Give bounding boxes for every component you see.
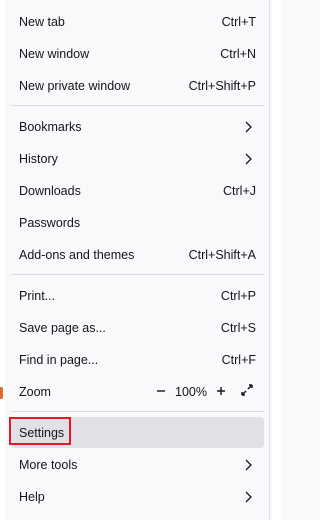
menu-item-label: Print... — [19, 288, 56, 303]
menu-item-shortcut: Ctrl+Shift+P — [188, 78, 256, 93]
menu-separator — [11, 274, 264, 275]
window-edge-right — [272, 0, 282, 520]
menu-item-help[interactable]: Help — [11, 481, 264, 512]
menu-item-new-tab[interactable]: New tab Ctrl+T — [11, 6, 264, 37]
chevron-right-icon — [240, 151, 256, 167]
menu-item-shortcut: Ctrl+P — [220, 288, 256, 303]
background-accent-marker — [0, 387, 3, 399]
menu-item-shortcut: Ctrl+S — [220, 320, 256, 335]
menu-item-label: Settings — [19, 425, 65, 440]
menu-item-addons-and-themes[interactable]: Add-ons and themes Ctrl+Shift+A — [11, 239, 264, 270]
zoom-controls: 100% — [152, 383, 256, 401]
minus-icon — [156, 385, 166, 399]
menu-item-label: Passwords — [19, 215, 81, 230]
menu-separator — [11, 105, 264, 106]
menu-item-history[interactable]: History — [11, 143, 264, 174]
menu-item-label: New window — [19, 46, 90, 61]
plus-icon — [216, 385, 226, 399]
menu-separator — [11, 411, 264, 412]
fullscreen-icon — [241, 384, 253, 399]
menu-item-label: Help — [19, 489, 45, 504]
menu-item-passwords[interactable]: Passwords — [11, 207, 264, 238]
menu-item-label: History — [19, 151, 58, 166]
menu-item-downloads[interactable]: Downloads Ctrl+J — [11, 175, 264, 206]
menu-item-more-tools[interactable]: More tools — [11, 449, 264, 480]
menu-item-label: Downloads — [19, 183, 81, 198]
menu-item-label: Find in page... — [19, 352, 99, 367]
app-menu-panel: New tab Ctrl+T New window Ctrl+N New pri… — [5, 0, 270, 520]
menu-item-bookmarks[interactable]: Bookmarks — [11, 111, 264, 142]
menu-item-save-page-as[interactable]: Save page as... Ctrl+S — [11, 312, 264, 343]
menu-item-label: More tools — [19, 457, 78, 472]
zoom-out-button[interactable] — [152, 383, 170, 401]
menu-item-zoom: Zoom 100% — [11, 376, 264, 407]
fullscreen-button[interactable] — [238, 383, 256, 401]
chevron-right-icon — [240, 489, 256, 505]
menu-item-shortcut: Ctrl+F — [221, 352, 256, 367]
chevron-right-icon — [240, 119, 256, 135]
menu-item-print[interactable]: Print... Ctrl+P — [11, 280, 264, 311]
menu-item-label: Save page as... — [19, 320, 106, 335]
zoom-reset-button[interactable]: 100% — [170, 385, 212, 399]
menu-item-label: Add-ons and themes — [19, 247, 135, 262]
menu-item-find-in-page[interactable]: Find in page... Ctrl+F — [11, 344, 264, 375]
chevron-right-icon — [240, 457, 256, 473]
menu-item-label: New tab — [19, 14, 65, 29]
zoom-label: Zoom — [19, 384, 51, 399]
menu-item-shortcut: Ctrl+Shift+A — [188, 247, 256, 262]
zoom-in-button[interactable] — [212, 383, 230, 401]
menu-item-shortcut: Ctrl+J — [223, 183, 256, 198]
menu-item-label: Bookmarks — [19, 119, 82, 134]
menu-item-shortcut: Ctrl+N — [220, 46, 256, 61]
menu-item-shortcut: Ctrl+T — [221, 14, 256, 29]
menu-item-settings[interactable]: Settings — [11, 417, 264, 448]
menu-item-new-private-window[interactable]: New private window Ctrl+Shift+P — [11, 70, 264, 101]
menu-item-label: New private window — [19, 78, 131, 93]
menu-item-new-window[interactable]: New window Ctrl+N — [11, 38, 264, 69]
